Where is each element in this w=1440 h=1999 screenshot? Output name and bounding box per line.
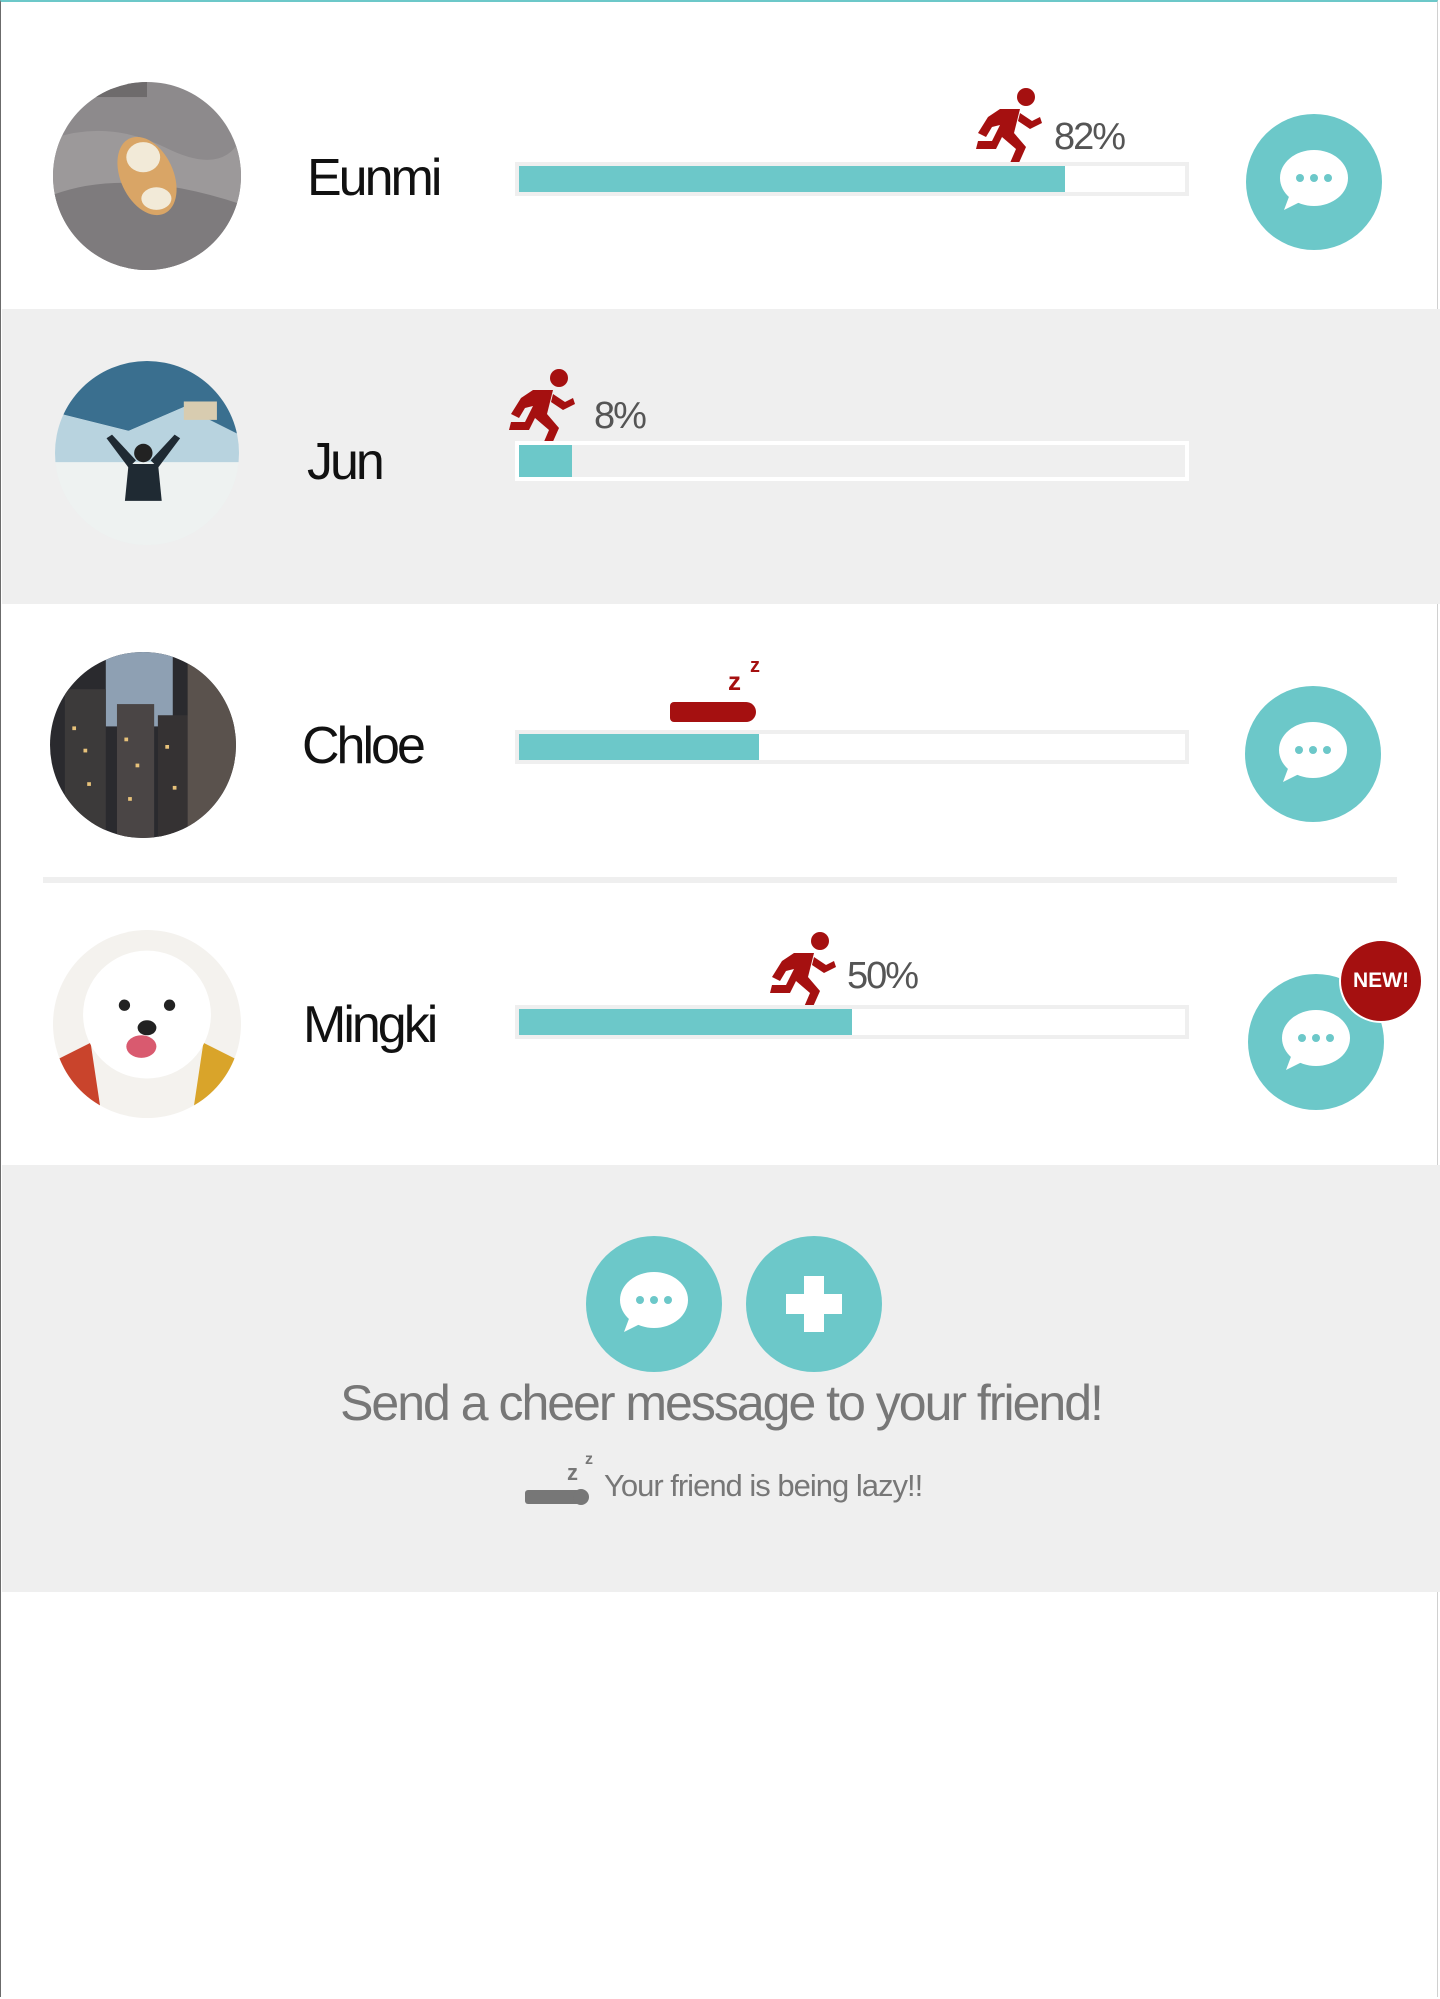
friend-name: Jun: [307, 433, 385, 491]
progress-bar: [515, 441, 1189, 481]
friend-name: Mingki: [303, 996, 438, 1054]
cheer-message-text: Send a cheer message to your friend!: [340, 1375, 1104, 1431]
chat-button[interactable]: [1245, 686, 1381, 822]
lazy-legend-text: Your friend is being lazy!!: [604, 1468, 923, 1503]
sleeping-icon: z z: [525, 1451, 593, 1505]
svg-text:z: z: [750, 655, 760, 677]
chat-icon: [620, 1272, 688, 1332]
progress-fill: [519, 445, 573, 477]
chat-icon: [1280, 150, 1348, 210]
friend-row-eunmi: Eunmi 82%: [2, 2, 1440, 308]
plus-icon: [786, 1276, 842, 1332]
avatar-eunmi: [53, 82, 241, 270]
svg-text:z: z: [728, 666, 741, 696]
progress-percent: 82%: [1054, 116, 1126, 158]
legend-plus-icon: [746, 1236, 882, 1372]
avatar-jun: [55, 361, 239, 545]
friend-row-mingki: Mingki 50% NEW!: [2, 883, 1440, 1165]
new-message-badge: NEW!: [1339, 939, 1423, 1023]
svg-text:z: z: [585, 1451, 593, 1468]
running-icon: [509, 369, 575, 446]
progress-percent: 8%: [594, 395, 647, 437]
svg-text:z: z: [567, 1460, 578, 1485]
avatar-mingki: [53, 930, 241, 1118]
avatar-chloe: [50, 652, 236, 838]
app-frame: Eunmi 82% Jun 8% Chloe z z Mingki 50% NE…: [0, 0, 1440, 1997]
friend-row-jun: Jun 8%: [2, 309, 1440, 604]
friend-name: Chloe: [302, 717, 426, 775]
chat-icon: [1279, 722, 1347, 782]
legend-chat-icon: [586, 1236, 722, 1372]
progress-fill: [519, 166, 1066, 192]
progress-bar: [515, 1005, 1189, 1039]
progress-percent: 50%: [847, 955, 919, 997]
running-icon: [976, 88, 1042, 165]
progress-bar: [515, 730, 1189, 764]
progress-fill: [519, 734, 759, 760]
friend-name: Eunmi: [307, 149, 442, 207]
progress-fill: [519, 1009, 852, 1035]
chat-button[interactable]: [1246, 114, 1382, 250]
sleeping-icon: z z: [670, 655, 760, 722]
progress-bar: [515, 162, 1189, 196]
friend-row-chloe: Chloe z z: [2, 604, 1440, 882]
running-icon: [770, 932, 836, 1009]
